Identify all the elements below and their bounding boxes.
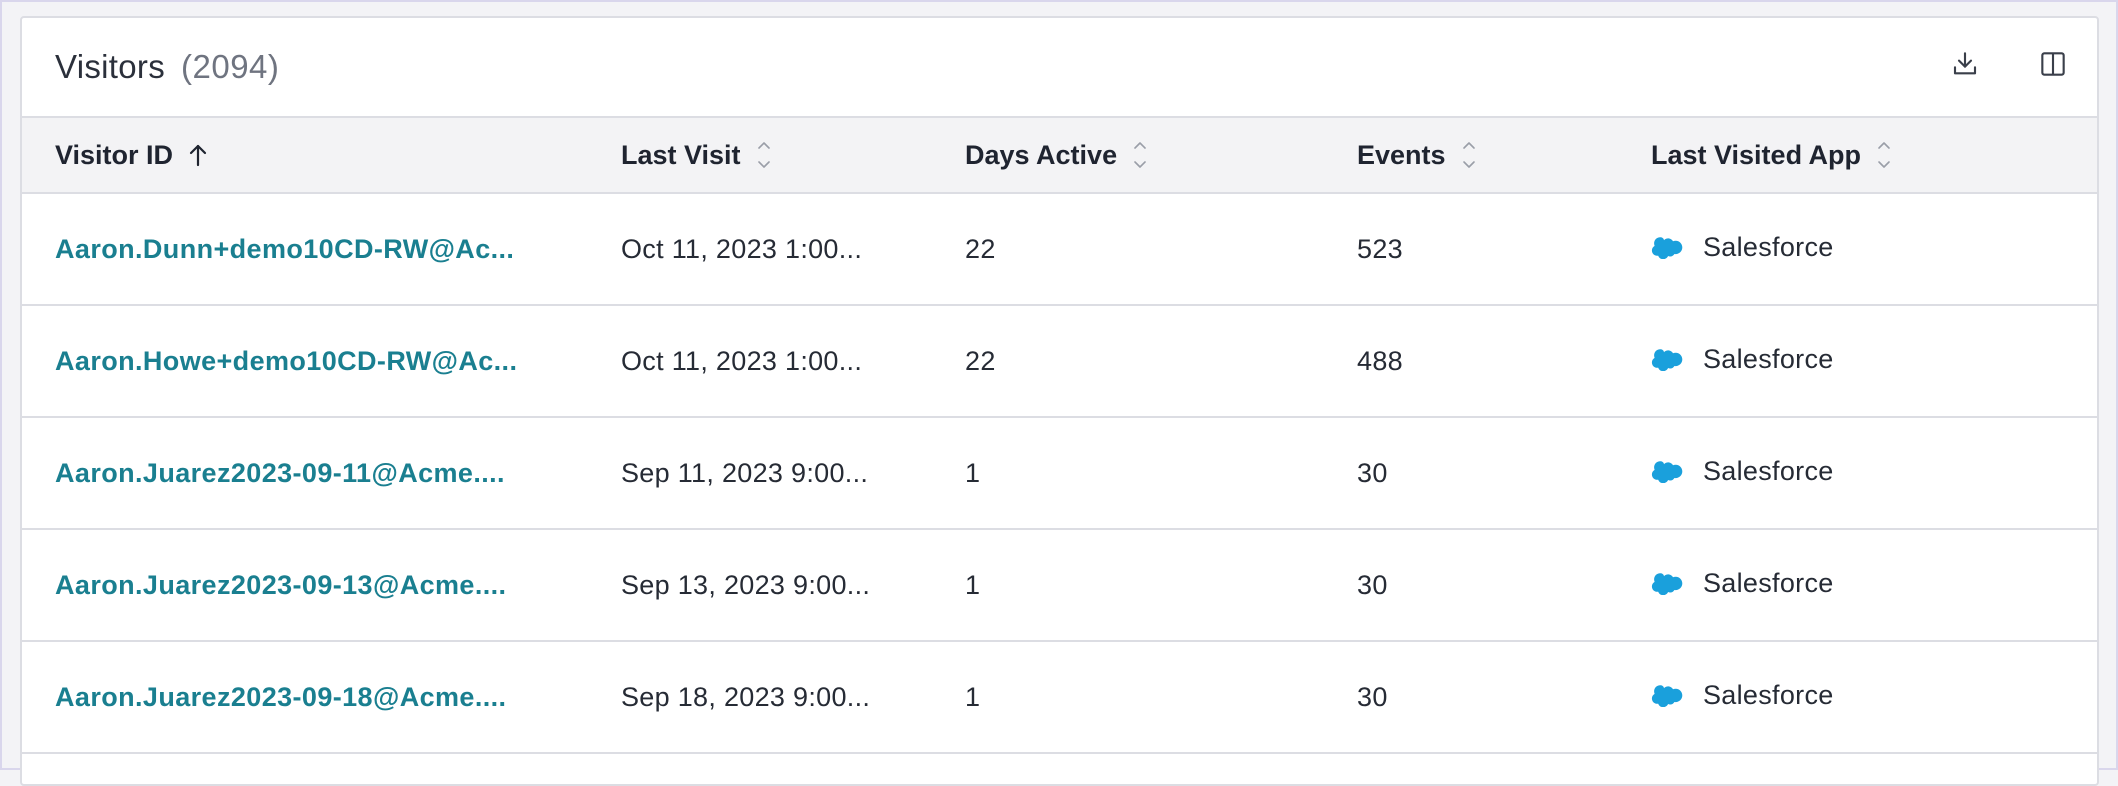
panel-actions <box>1947 46 2071 82</box>
panel-header: Visitors (2094) <box>22 18 2097 116</box>
column-header-last-visited-app[interactable]: Last Visited App <box>1618 117 2097 193</box>
visitor-id-cell: Aaron.Juarez2023-09-11@Acme.... <box>22 417 588 529</box>
app-name: Salesforce <box>1703 344 1834 375</box>
column-header-last-visit[interactable]: Last Visit <box>588 117 932 193</box>
column-label: Last Visited App <box>1651 139 1862 170</box>
events-cell: 488 <box>1357 345 1403 376</box>
last-visited-app-cell: Salesforce <box>1618 417 2097 529</box>
salesforce-cloud-icon <box>1651 237 1683 259</box>
events-cell: 523 <box>1357 233 1403 264</box>
events-cell: 30 <box>1357 569 1388 600</box>
column-label: Last Visit <box>621 139 741 170</box>
table-row: Aaron.Juarez2023-09-13@Acme.... Sep 13, … <box>22 529 2097 641</box>
download-button[interactable] <box>1947 46 1983 82</box>
salesforce-cloud-icon <box>1651 685 1683 707</box>
column-label: Days Active <box>965 139 1118 170</box>
column-header-days-active[interactable]: Days Active <box>932 117 1324 193</box>
events-cell: 30 <box>1357 681 1388 712</box>
sort-icon <box>1462 142 1475 168</box>
last-visit-cell: Sep 18, 2023 9:00... <box>621 681 871 712</box>
table-header-row: Visitor ID Last Visit Days Active Events… <box>22 117 2097 193</box>
visitors-panel: Visitors (2094) Visitor ID Last Visit Da… <box>20 16 2099 786</box>
sort-icon <box>1878 142 1890 168</box>
app-name: Salesforce <box>1703 456 1834 487</box>
table-row: Aaron.Juarez2023-09-11@Acme.... Sep 11, … <box>22 417 2097 529</box>
salesforce-cloud-icon <box>1651 461 1683 483</box>
visitor-id-link[interactable]: Aaron.Juarez2023-09-13@Acme.... <box>55 570 506 600</box>
visitor-id-link[interactable]: Aaron.Juarez2023-09-18@Acme.... <box>55 682 506 712</box>
last-visit-cell: Oct 11, 2023 1:00... <box>621 345 863 376</box>
app-name: Salesforce <box>1703 232 1834 263</box>
days-active-cell: 22 <box>965 233 996 264</box>
columns-toggle-icon <box>2041 52 2065 76</box>
days-active-cell: 1 <box>965 569 981 600</box>
last-visited-app-cell: Salesforce <box>1618 193 2097 305</box>
sort-icon <box>757 142 770 168</box>
sort-ascending-icon <box>189 144 207 167</box>
columns-toggle-button[interactable] <box>2035 46 2071 82</box>
table-row: Aaron.Howe+demo10CD-RW@Ac... Oct 11, 202… <box>22 305 2097 417</box>
last-visit-cell: Sep 11, 2023 9:00... <box>621 457 869 488</box>
table-row: Aaron.Juarez2023-09-18@Acme.... Sep 18, … <box>22 641 2097 753</box>
days-active-cell: 22 <box>965 345 996 376</box>
column-header-visitor-id[interactable]: Visitor ID <box>22 117 588 193</box>
days-active-cell: 1 <box>965 457 981 488</box>
visitor-id-cell: Aaron.Juarez2023-09-18@Acme.... <box>22 641 588 753</box>
salesforce-cloud-icon <box>1651 349 1683 371</box>
visitor-id-cell: Aaron.Juarez2023-09-13@Acme.... <box>22 529 588 641</box>
days-active-cell: 1 <box>965 681 981 712</box>
last-visit-cell: Sep 13, 2023 9:00... <box>621 569 871 600</box>
visitor-id-cell: Aaron.Howe+demo10CD-RW@Ac... <box>22 305 588 417</box>
column-label: Events <box>1357 139 1446 170</box>
last-visited-app-cell: Salesforce <box>1618 641 2097 753</box>
visitor-id-link[interactable]: Aaron.Juarez2023-09-11@Acme.... <box>55 458 505 488</box>
salesforce-cloud-icon <box>1651 573 1683 595</box>
visitor-count: (2094) <box>181 48 280 85</box>
events-cell: 30 <box>1357 457 1388 488</box>
visitor-id-link[interactable]: Aaron.Dunn+demo10CD-RW@Ac... <box>55 234 514 264</box>
column-header-events[interactable]: Events <box>1324 117 1618 193</box>
last-visited-app-cell: Salesforce <box>1618 529 2097 641</box>
visitor-id-link[interactable]: Aaron.Howe+demo10CD-RW@Ac... <box>55 346 517 376</box>
page-frame: Visitors (2094) Visitor ID Last Visit Da… <box>0 0 2118 786</box>
visitor-id-cell: Aaron.Dunn+demo10CD-RW@Ac... <box>22 193 588 305</box>
app-name: Salesforce <box>1703 568 1834 599</box>
app-name: Salesforce <box>1703 680 1834 711</box>
table-row: Aaron.Dunn+demo10CD-RW@Ac... Oct 11, 202… <box>22 193 2097 305</box>
last-visit-cell: Oct 11, 2023 1:00... <box>621 233 863 264</box>
column-label: Visitor ID <box>55 139 174 170</box>
sort-icon <box>1134 142 1146 168</box>
last-visited-app-cell: Salesforce <box>1618 305 2097 417</box>
download-icon <box>1953 52 1977 75</box>
visitors-table: Visitor ID Last Visit Days Active Events… <box>22 116 2097 754</box>
panel-title: Visitors <box>55 48 165 85</box>
